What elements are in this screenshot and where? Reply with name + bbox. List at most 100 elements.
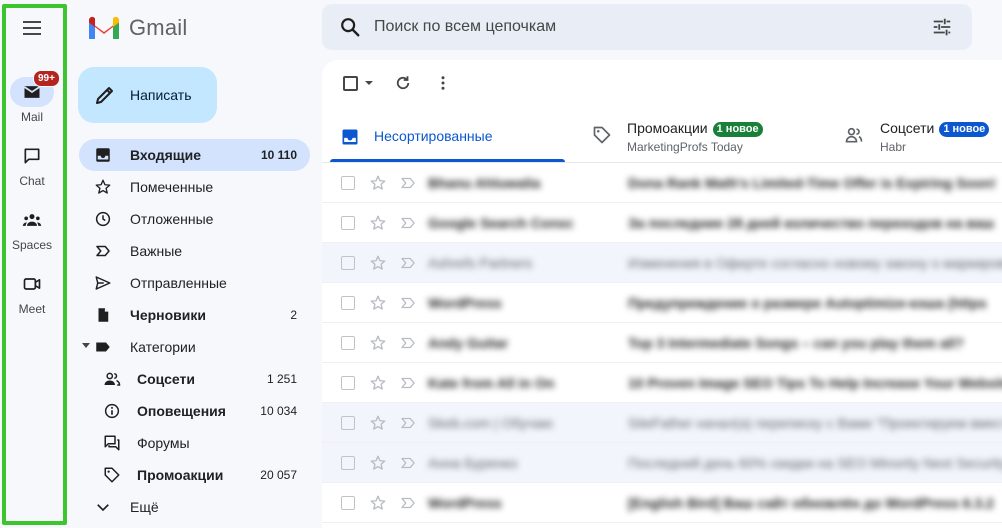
email-sender: Анна Буренко	[428, 455, 518, 471]
tab-primary[interactable]: Несортированные	[322, 116, 566, 162]
star-icon[interactable]	[369, 214, 387, 232]
email-row[interactable]: Google Search Consc За последние 28 дней …	[322, 203, 1002, 243]
category-social[interactable]: Соцсети 1 251	[79, 363, 310, 395]
caret-down-icon	[364, 81, 373, 85]
star-icon[interactable]	[369, 374, 387, 392]
refresh-button[interactable]	[386, 66, 420, 100]
star-icon[interactable]	[369, 454, 387, 472]
category-forums[interactable]: Форумы	[79, 427, 310, 459]
email-row[interactable]: Анна Буренко Последний день 60% скидки на…	[322, 443, 1002, 483]
email-subject: Последний день 60% скидки на SEO Minorit…	[628, 455, 1002, 471]
chat-icon	[24, 148, 40, 164]
tab-promotions[interactable]: Промоакции 1 новое MarketingProfs Today	[582, 116, 822, 162]
more-options-button[interactable]	[426, 66, 460, 100]
folder-label: Соцсети	[137, 371, 195, 387]
logo-text: Gmail	[129, 15, 188, 40]
important-icon[interactable]	[399, 214, 417, 232]
star-icon[interactable]	[369, 494, 387, 512]
star-icon[interactable]	[369, 334, 387, 352]
gmail-logo-icon	[89, 16, 119, 39]
tag-icon	[593, 126, 611, 144]
email-sender: WordPress	[428, 495, 502, 511]
main-menu-button[interactable]	[20, 16, 44, 38]
folder-drafts[interactable]: Черновики 2	[79, 299, 310, 331]
email-subject: [English Bird] Ваш сайт обновлён до Word…	[628, 495, 994, 511]
important-icon[interactable]	[399, 494, 417, 512]
folder-starred[interactable]: Помеченные	[79, 171, 310, 203]
star-icon[interactable]	[369, 414, 387, 432]
search-input[interactable]: Поиск по всем цепочкам	[374, 18, 918, 36]
email-row[interactable]: Kate from All in On 10 Proven Image SEO T…	[322, 363, 1002, 403]
inbox-icon	[96, 148, 110, 162]
caret-down-icon[interactable]	[82, 343, 90, 348]
folder-categories[interactable]: Категории	[79, 331, 310, 363]
people-icon	[104, 372, 121, 386]
email-subject: Top 3 Intermediate Songs – can you play …	[628, 335, 964, 351]
email-sender: Skeb.com | Обучаю	[428, 415, 553, 431]
important-icon[interactable]	[399, 414, 417, 432]
folder-inbox[interactable]: Входящие 10 110	[79, 139, 310, 171]
rail-label-meet: Meet	[18, 302, 46, 316]
mail-list-panel: Несортированные Промоакции 1 новое Market…	[322, 60, 1002, 528]
folder-count: 1 251	[266, 372, 297, 386]
tab-social[interactable]: Соцсети 1 новое Habr	[838, 116, 1002, 162]
important-icon[interactable]	[399, 374, 417, 392]
folder-count: 10 110	[260, 148, 297, 162]
folder-count: 10 034	[260, 404, 297, 418]
email-row[interactable]: WordPress Предупреждение о размере Autopt…	[322, 283, 1002, 323]
email-subject: За последние 28 дней количество переходо…	[628, 215, 995, 231]
email-row[interactable]: Ashrefs Partners Изменения в Оферте согла…	[322, 243, 1002, 283]
star-icon[interactable]	[369, 294, 387, 312]
email-sender: WordPress	[428, 295, 502, 311]
email-row[interactable]: WordPress [English Bird] Ваш сайт обновлё…	[322, 483, 1002, 523]
star-icon[interactable]	[369, 174, 387, 192]
chevron-down-icon	[97, 504, 109, 512]
rail-item-meet[interactable]: Meet	[8, 269, 56, 316]
folder-label: Ещё	[130, 499, 159, 515]
search-bar[interactable]: Поиск по всем цепочкам	[322, 4, 972, 50]
folder-label: Отправленные	[130, 275, 227, 291]
important-icon[interactable]	[399, 174, 417, 192]
folder-more[interactable]: Ещё	[79, 491, 310, 523]
row-checkbox[interactable]	[341, 416, 355, 430]
inbox-icon	[342, 129, 358, 145]
row-checkbox[interactable]	[341, 376, 355, 390]
row-checkbox[interactable]	[341, 296, 355, 310]
search-options-button[interactable]	[918, 4, 966, 50]
row-checkbox[interactable]	[341, 216, 355, 230]
row-checkbox[interactable]	[341, 456, 355, 470]
star-icon[interactable]	[369, 254, 387, 272]
important-icon[interactable]	[399, 254, 417, 272]
folder-label: Оповещения	[137, 403, 226, 419]
row-checkbox[interactable]	[341, 336, 355, 350]
rail-item-mail[interactable]: 99+ Mail	[8, 70, 60, 124]
search-button[interactable]	[326, 4, 374, 50]
email-subject: Dona Rank Math's Limited-Time Offer is E…	[628, 175, 996, 191]
category-updates[interactable]: Оповещения 10 034	[79, 395, 310, 427]
important-icon[interactable]	[399, 454, 417, 472]
important-icon[interactable]	[399, 334, 417, 352]
folder-label: Категории	[130, 339, 196, 355]
select-all-checkbox[interactable]	[340, 66, 376, 100]
row-checkbox[interactable]	[341, 496, 355, 510]
refresh-icon	[396, 76, 410, 90]
folder-important[interactable]: Важные	[79, 235, 310, 267]
rail-item-chat[interactable]: Chat	[8, 141, 56, 188]
category-promotions[interactable]: Промоакции 20 057	[79, 459, 310, 491]
important-icon[interactable]	[399, 294, 417, 312]
tune-icon	[933, 18, 951, 36]
email-row[interactable]: Andy Guitar Top 3 Intermediate Songs – ca…	[322, 323, 1002, 363]
gmail-logo[interactable]: Gmail	[87, 15, 187, 41]
email-subject: Изменения в Оферте согласно новому закон…	[628, 255, 1002, 271]
email-row[interactable]: Bhanu Ahluwalia Dona Rank Math's Limited-…	[322, 163, 1002, 203]
row-checkbox[interactable]	[341, 256, 355, 270]
compose-button[interactable]: Написать	[78, 67, 217, 123]
row-checkbox[interactable]	[341, 176, 355, 190]
folder-sent[interactable]: Отправленные	[79, 267, 310, 299]
email-row[interactable]: Skeb.com | Обучаю SiteFather начал(а) пер…	[322, 403, 1002, 443]
email-subject: Предупреждение о размере Autoptimize-кэш…	[628, 295, 987, 311]
tab-sender: Habr	[880, 140, 907, 154]
folder-snoozed[interactable]: Отложенные	[79, 203, 310, 235]
rail-item-spaces[interactable]: Spaces	[8, 205, 56, 252]
people-icon	[845, 127, 863, 143]
